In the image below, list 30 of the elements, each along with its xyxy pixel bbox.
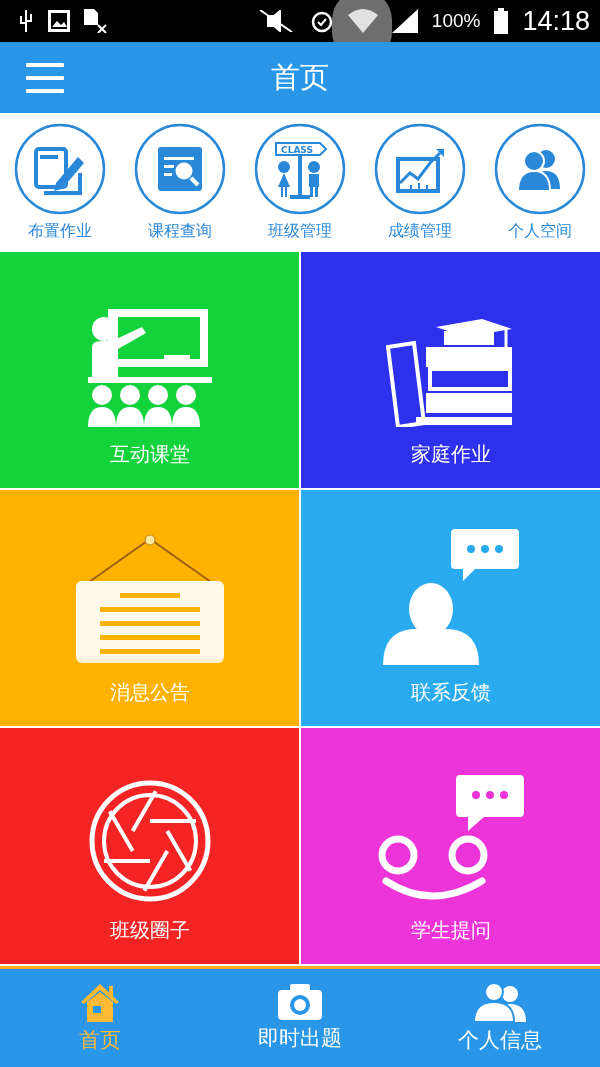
shortcut-item[interactable]: 个人空间 [485,123,595,242]
nav-tab[interactable]: 个人信息 [400,969,600,1067]
page-title: 首页 [271,58,329,96]
class-sign-children-icon: CLASS [254,123,346,215]
shortcut-item[interactable]: 布置作业 [5,123,115,242]
alarm-clock-icon [309,9,334,33]
menu-tile[interactable]: 联系反馈 [301,490,600,726]
clock-time: 14:18 [522,5,590,37]
menu-tile[interactable]: 家庭作业 [301,252,600,488]
sim-card-icon [84,9,108,33]
two-people-icon [472,982,528,1022]
notebook-pencil-icon [14,123,106,215]
camera-shutter-icon [87,779,212,903]
menu-tile[interactable]: 班级圈子 [0,728,299,964]
menu-tile[interactable]: 互动课堂 [0,252,299,488]
rising-chart-icon [374,123,466,215]
camera-icon [278,984,322,1020]
menu-tile[interactable]: 学生提问 [301,728,600,964]
shortcut-item[interactable]: 成绩管理 [365,123,475,242]
image-icon [48,10,70,32]
two-people-icon [494,123,586,215]
nav-tab[interactable]: 即时出题 [200,969,400,1067]
shortcut-item[interactable]: 课程查询 [125,123,235,242]
teacher-class-icon [87,307,212,427]
battery-level: 100% [431,10,481,32]
shortcut-item[interactable]: CLASS 班级管理 [245,123,355,242]
house-icon [79,982,121,1022]
document-search-icon [134,123,226,215]
wifi-icon [347,9,378,33]
battery-icon [494,8,509,34]
